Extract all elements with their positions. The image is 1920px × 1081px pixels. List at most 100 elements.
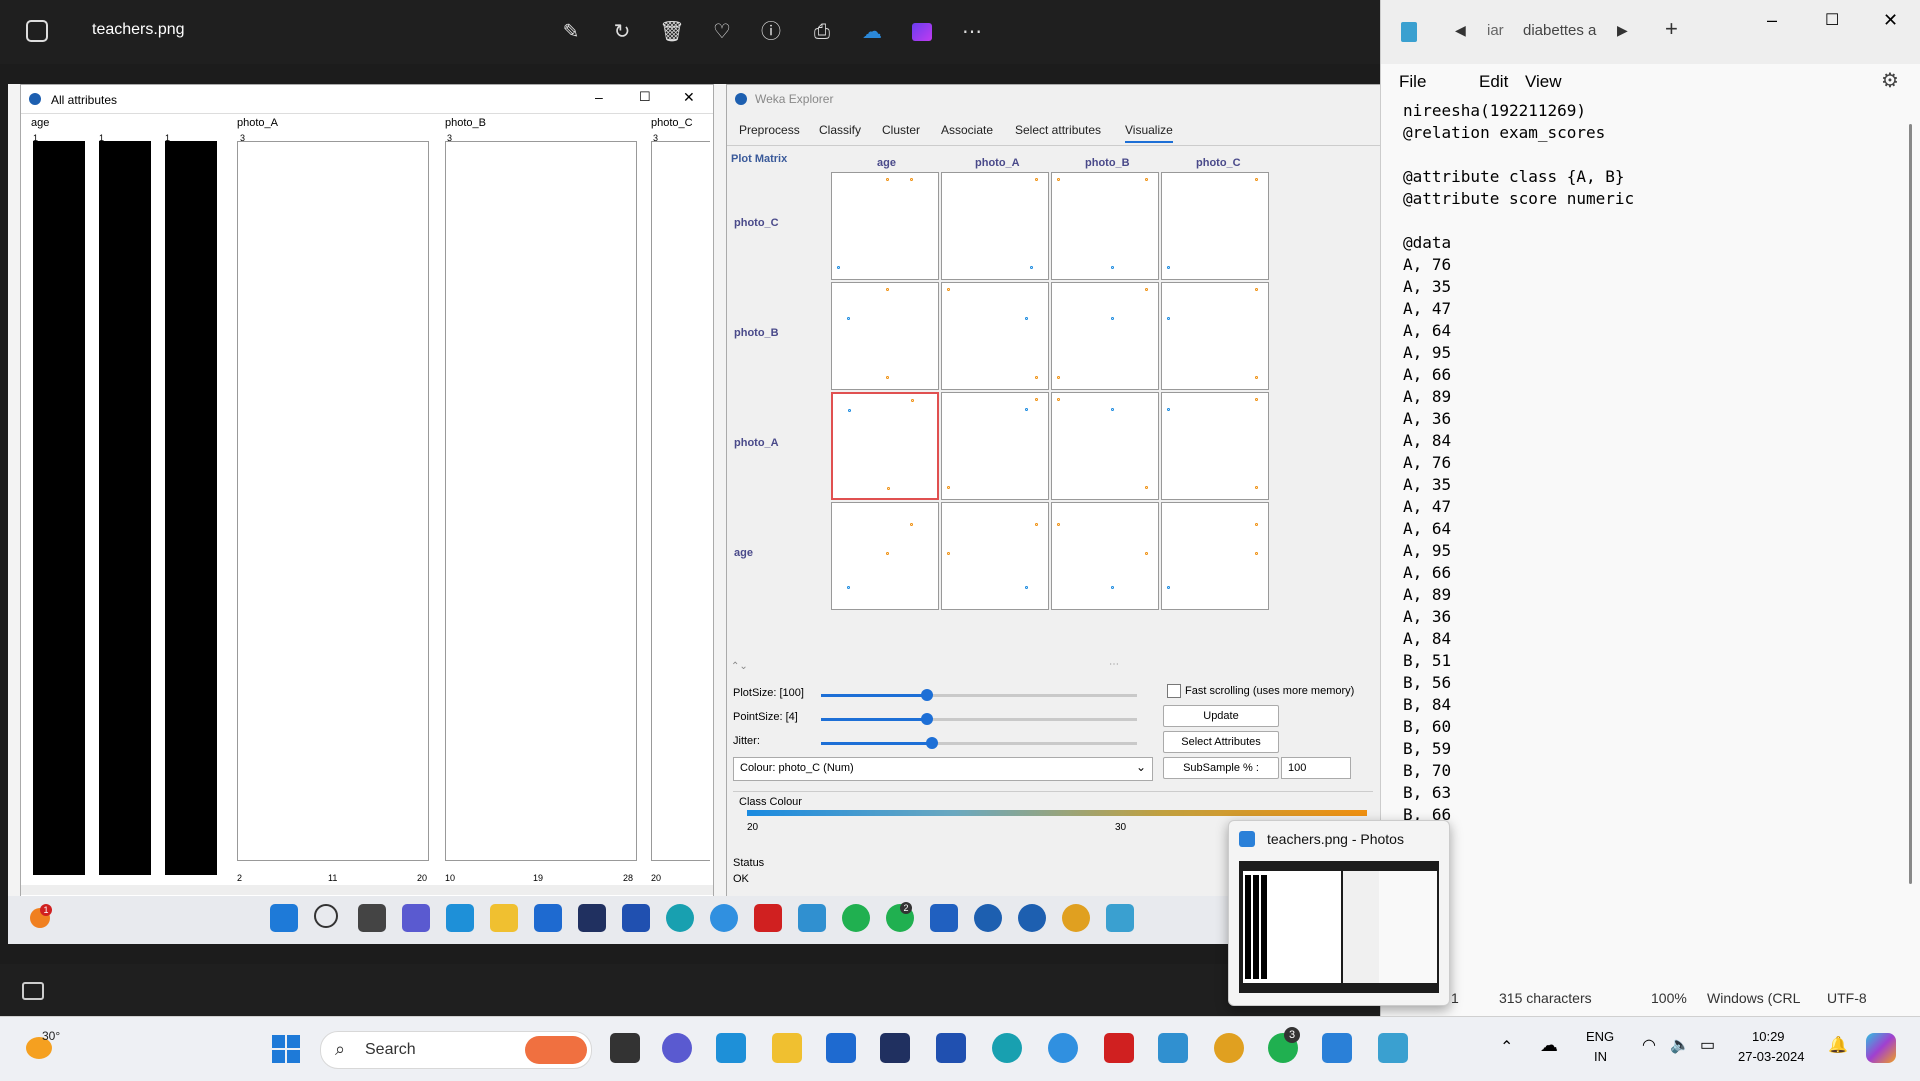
photos-icon[interactable] [1322,1033,1352,1063]
tab-classify[interactable]: Classify [819,123,861,137]
clipchamp-icon[interactable] [908,18,936,46]
search-box[interactable]: ⌕ Search [320,1031,592,1069]
inner-sharkapp-icon[interactable] [534,904,562,932]
horizontal-scrollbar[interactable] [21,885,713,895]
tab-scroll-right-icon[interactable]: ▶ [1617,22,1628,39]
close-icon[interactable]: ✕ [683,89,695,106]
volume-icon[interactable]: 🔈 [1670,1035,1690,1055]
onedrive-icon[interactable]: ☁ [858,18,886,46]
scatter-cell[interactable] [831,282,939,390]
notepad-scrollbar[interactable] [1909,124,1912,884]
dev-home-icon[interactable] [880,1033,910,1063]
notification-bell-icon[interactable]: 🔔 [1828,1035,1848,1055]
jitter-slider[interactable] [821,737,1137,749]
jitter-slider-knob[interactable] [926,737,938,749]
teams-icon[interactable] [662,1033,692,1063]
subsample-input[interactable]: 100 [1281,757,1351,779]
inner-weka-icon[interactable] [974,904,1002,932]
microsoft-store-icon[interactable] [936,1033,966,1063]
taskview-icon[interactable] [610,1033,640,1063]
inner-edge-beta-icon[interactable] [710,904,738,932]
subsample-button[interactable]: SubSample % : [1163,757,1279,779]
inner-search-icon[interactable] [314,904,338,928]
maximize-icon[interactable]: ☐ [639,89,651,105]
tab-visualize[interactable]: Visualize [1125,123,1173,143]
copilot-icon[interactable] [1866,1033,1896,1063]
chrome-icon[interactable] [1214,1033,1244,1063]
splitter[interactable]: ⌃⌄ ⋯ [727,659,1381,673]
inner-edge-icon[interactable] [666,904,694,932]
inner-weka2-icon[interactable] [1018,904,1046,932]
notepad-icon[interactable] [1378,1033,1408,1063]
wifi-icon[interactable]: ◠ [1642,1035,1656,1055]
more-icon[interactable]: ⋯ [958,18,986,46]
pointsize-slider[interactable] [821,713,1137,725]
inner-taskview-icon[interactable] [358,904,386,932]
mcafee-icon[interactable] [1104,1033,1134,1063]
app-icon[interactable] [716,1033,746,1063]
delete-icon[interactable]: 🗑 [658,18,686,46]
chevron-up-icon[interactable]: ⌃ [1500,1037,1513,1057]
minimize-icon[interactable]: – [1767,10,1777,31]
scatter-cell[interactable] [831,172,939,280]
menu-view[interactable]: View [1525,72,1562,92]
scatter-cell[interactable] [1051,172,1159,280]
scatter-cell[interactable] [831,392,939,500]
language-top[interactable]: ENG [1586,1029,1614,1044]
inner-notepad-icon[interactable] [1106,904,1134,932]
start-button[interactable] [272,1035,300,1063]
filmstrip-icon[interactable] [22,982,44,1000]
clock-time[interactable]: 10:29 [1752,1029,1785,1044]
plotsize-slider-knob[interactable] [921,689,933,701]
scatter-cell[interactable] [1051,282,1159,390]
splitter-grip-icon[interactable]: ⋯ [1109,659,1119,670]
plotsize-slider[interactable] [821,689,1137,701]
battery-icon[interactable]: ▭ [1700,1035,1715,1055]
minimize-icon[interactable]: – [595,89,603,105]
inner-store-icon[interactable] [622,904,650,932]
menu-edit[interactable]: Edit [1479,72,1508,92]
tab-previous[interactable]: iar [1487,22,1504,39]
inner-myhp-icon[interactable] [798,904,826,932]
fast-scrolling-checkbox[interactable] [1167,684,1181,698]
scatter-cell[interactable] [1161,172,1269,280]
select-attributes-button[interactable]: Select Attributes [1163,731,1279,753]
onedrive-icon[interactable]: ☁ [1540,1035,1558,1056]
settings-gear-icon[interactable]: ⚙ [1881,68,1899,93]
inner-app-icon[interactable] [446,904,474,932]
tab-preprocess[interactable]: Preprocess [739,123,800,137]
inner-whatsapp-icon[interactable] [842,904,870,932]
inner-mcafee-icon[interactable] [754,904,782,932]
maximize-icon[interactable]: ☐ [1825,10,1839,30]
edge-beta-icon[interactable] [1048,1033,1078,1063]
language-bottom[interactable]: IN [1594,1049,1607,1064]
inner-chrome-icon[interactable] [1062,904,1090,932]
inner-teams-icon[interactable] [402,904,430,932]
inner-start-icon[interactable] [270,904,298,932]
tab-associate[interactable]: Associate [941,123,993,137]
rotate-icon[interactable]: ↻ [608,18,636,46]
tab-select-attributes[interactable]: Select attributes [1015,123,1101,137]
colour-select[interactable]: Colour: photo_C (Num) ⌄ [733,757,1153,781]
new-tab-icon[interactable]: + [1665,16,1678,42]
favorite-icon[interactable]: ♡ [708,18,736,46]
shark-app-icon[interactable] [826,1033,856,1063]
myhp-icon[interactable] [1158,1033,1188,1063]
print-icon[interactable]: ⎙ [808,18,836,46]
update-button[interactable]: Update [1163,705,1279,727]
scatter-cell[interactable] [1161,502,1269,610]
scatter-cell[interactable] [1161,392,1269,500]
close-icon[interactable]: ✕ [1883,10,1898,31]
clock-date[interactable]: 27-03-2024 [1738,1049,1805,1064]
scatter-cell[interactable] [941,172,1049,280]
inner-word-icon[interactable] [930,904,958,932]
info-icon[interactable]: ⓘ [757,18,785,46]
file-explorer-icon[interactable] [772,1033,802,1063]
tab-cluster[interactable]: Cluster [882,123,920,137]
menu-file[interactable]: File [1399,72,1426,92]
inner-folder-icon[interactable] [490,904,518,932]
edit-icon[interactable]: ✎ [557,18,585,46]
pointsize-slider-knob[interactable] [921,713,933,725]
tab-active[interactable]: diabettes a [1523,22,1596,39]
tab-scroll-left-icon[interactable]: ◀ [1455,22,1466,39]
